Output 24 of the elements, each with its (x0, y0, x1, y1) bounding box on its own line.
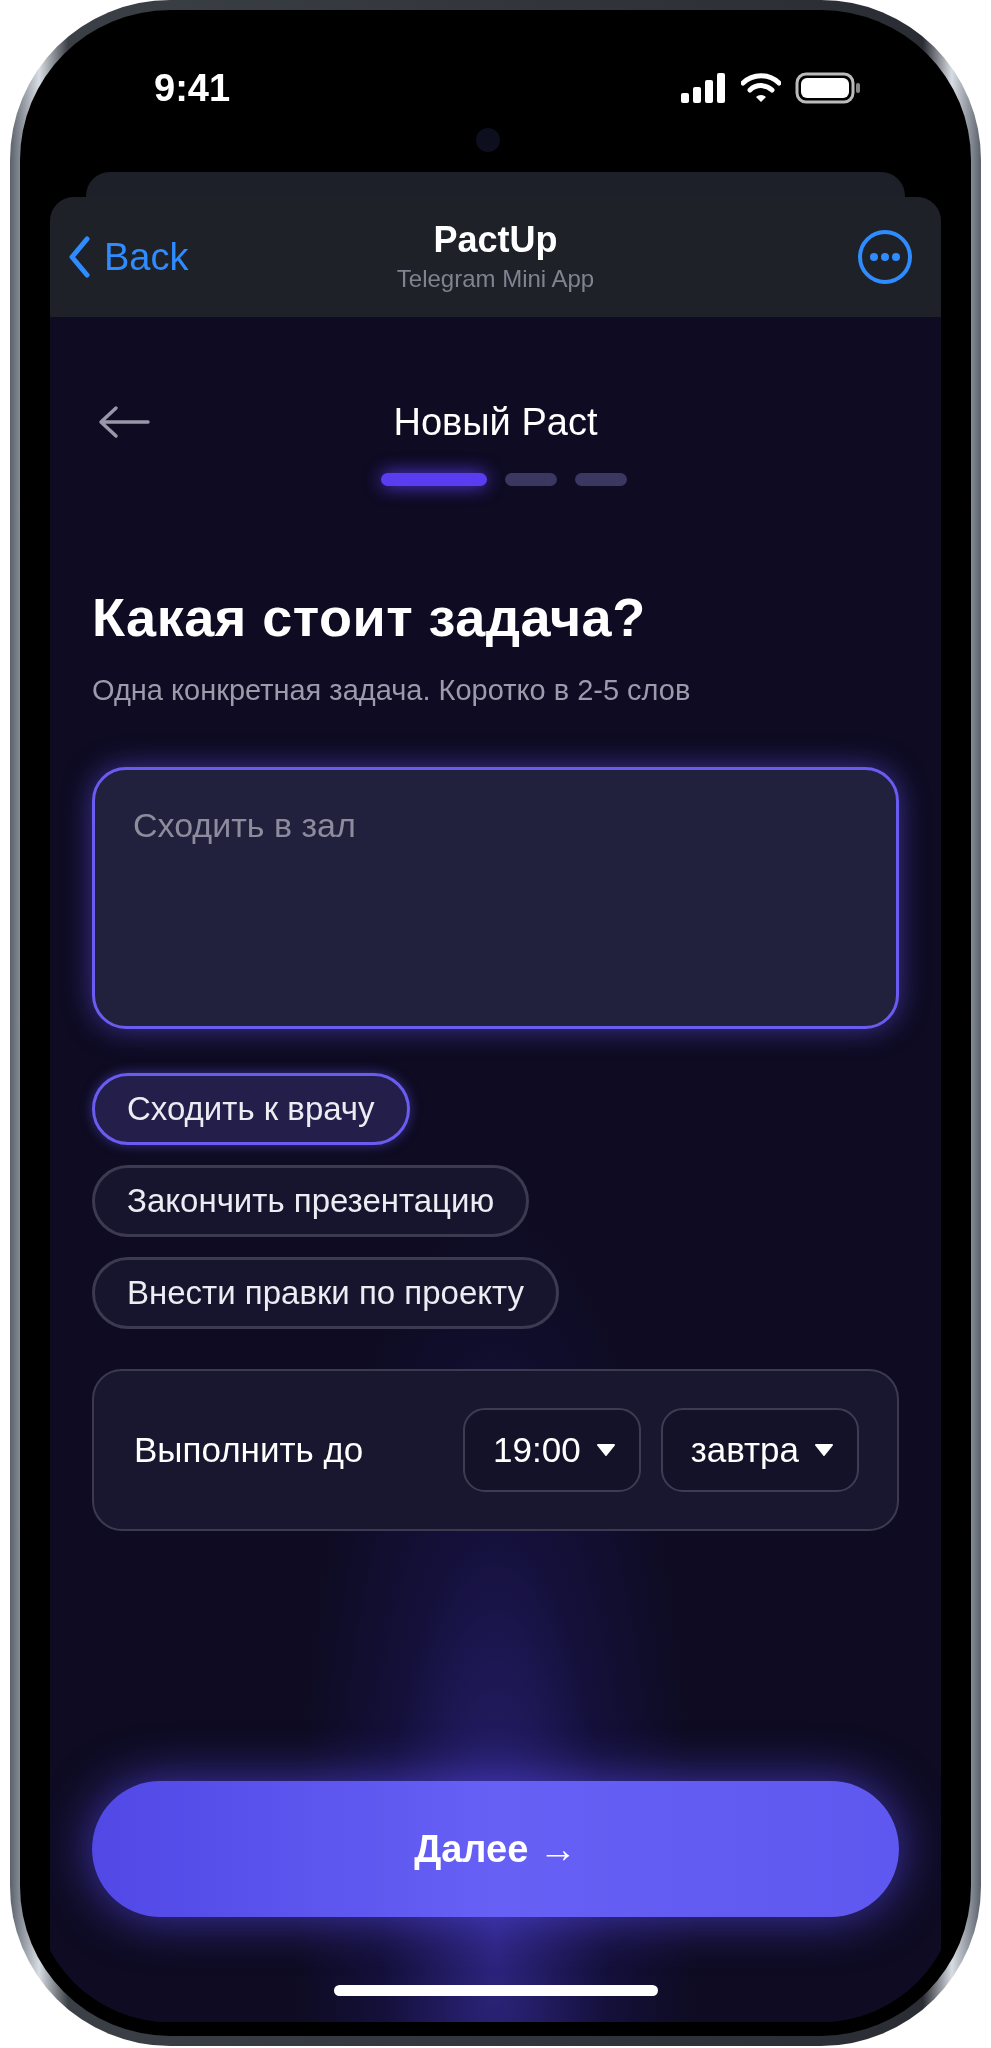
suggestion-chip[interactable]: Закончить презентацию (92, 1165, 530, 1237)
app-title: PactUp (433, 219, 558, 261)
time-dropdown[interactable]: 19:00 (463, 1408, 641, 1492)
caret-icon (815, 1444, 833, 1456)
signal-icon (681, 73, 727, 103)
chevron-left-icon (68, 236, 90, 278)
status-time: 9:41 (154, 66, 231, 110)
app-subtitle: Telegram Mini App (396, 265, 595, 293)
deadline-label: Выполнить до (134, 1430, 365, 1470)
task-input-field[interactable]: Сходить в зал (92, 767, 899, 1029)
battery-icon (795, 72, 861, 104)
next-button[interactable]: Далее → (92, 1781, 899, 1917)
suggestion-chip[interactable]: Сходить к врачу (92, 1073, 410, 1145)
day-dropdown[interactable]: завтра (660, 1408, 859, 1492)
screen-title: Новый Pact (393, 400, 598, 444)
wifi-icon (741, 73, 781, 103)
question-heading: Какая стоит задача? (92, 586, 647, 648)
camera-icon (475, 128, 500, 152)
suggestion-chip[interactable]: Внести правки по проекту (92, 1257, 560, 1329)
more-icon[interactable] (857, 229, 913, 285)
caret-icon (596, 1444, 615, 1456)
question-hint: Одна конкретная задача. Коротко в 2-5 слов (92, 674, 692, 707)
back-link[interactable]: Back (68, 235, 189, 279)
back-arrow-icon[interactable] (98, 405, 150, 439)
